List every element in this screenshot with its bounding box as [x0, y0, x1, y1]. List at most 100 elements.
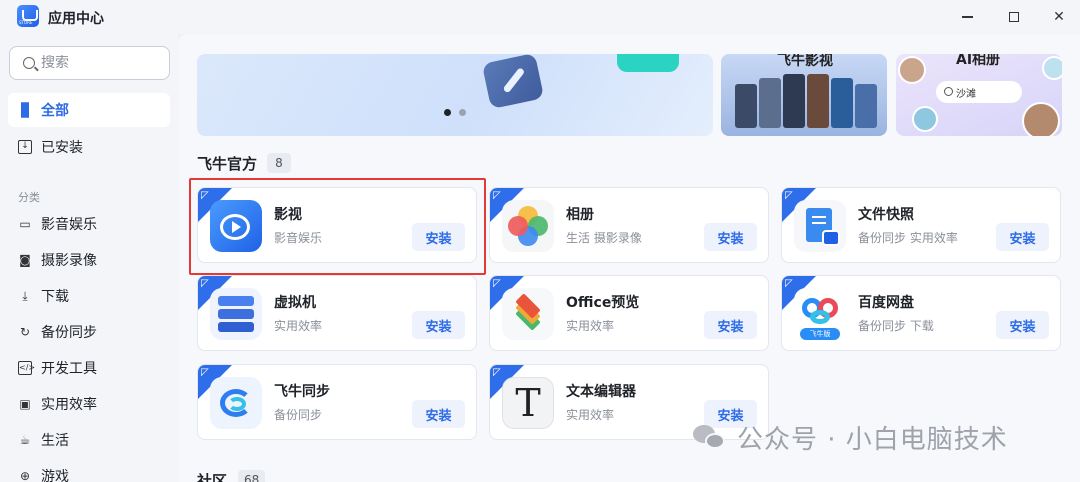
- sync-app-icon: [210, 377, 262, 429]
- wrench-icon: [481, 54, 545, 110]
- sidebar: 全部 ↓ 已安装 分类 ▭ 影音娱乐 ◙ 摄影录像 ⤓ 下载 ↻ 备份同步 </…: [0, 34, 178, 482]
- sidebar-item-productivity[interactable]: ▣ 实用效率: [8, 387, 170, 421]
- sidebar-item-all[interactable]: 全部: [8, 93, 170, 127]
- carousel-dot[interactable]: [459, 109, 466, 116]
- sidebar-item-label: 全部: [41, 103, 69, 119]
- official-mark-icon: ◸: [785, 278, 793, 289]
- app-card-photos[interactable]: ◸ 相册 生活 摄影录像 安装: [489, 187, 769, 263]
- section-count-badge: 8: [267, 153, 291, 173]
- photo-thumbnail: [898, 56, 926, 84]
- app-name: Office预览: [566, 295, 640, 311]
- camera-icon: ◙: [19, 253, 31, 267]
- film-app-icon: [210, 200, 262, 252]
- app-name: 虚拟机: [274, 295, 316, 311]
- sidebar-item-label: 已安装: [41, 140, 83, 156]
- carousel-dot-active[interactable]: [444, 109, 451, 116]
- sidebar-item-label: 实用效率: [41, 397, 97, 413]
- movie-poster: [783, 74, 805, 128]
- app-name: 相册: [566, 207, 594, 223]
- app-category: 实用效率: [566, 319, 615, 333]
- sidebar-item-label: 影音娱乐: [41, 217, 97, 233]
- close-icon: ✕: [1053, 9, 1065, 25]
- install-button[interactable]: 安装: [996, 223, 1049, 251]
- sidebar-item-photography[interactable]: ◙ 摄影录像: [8, 243, 170, 277]
- install-button[interactable]: 安装: [996, 311, 1049, 339]
- app-name: 影视: [274, 207, 302, 223]
- title-bar: STORE 应用中心 ✕: [0, 0, 1080, 34]
- sidebar-item-life[interactable]: ☕ 生活: [8, 423, 170, 457]
- official-mark-icon: ◸: [493, 278, 501, 289]
- movie-poster: [855, 84, 877, 128]
- minimize-button[interactable]: [955, 5, 979, 29]
- featured-banner[interactable]: [197, 54, 713, 136]
- app-category: 备份同步 下载: [858, 319, 934, 333]
- cup-icon: ☕: [19, 433, 31, 447]
- sidebar-item-media[interactable]: ▭ 影音娱乐: [8, 207, 170, 241]
- movie-poster: [759, 78, 781, 128]
- installed-icon: ↓: [18, 140, 32, 154]
- watermark-text: 公众号 · 小白电脑技术: [737, 425, 1008, 455]
- app-badge: 飞牛版: [800, 328, 840, 340]
- text-glyph: T: [515, 381, 541, 425]
- code-icon: </>: [18, 361, 35, 375]
- app-name: 文件快照: [858, 207, 914, 223]
- toolbox-icon: ▣: [19, 397, 31, 411]
- app-category: 备份同步 实用效率: [858, 231, 958, 245]
- sidebar-item-games[interactable]: ⊕ 游戏: [8, 459, 170, 482]
- app-category: 备份同步: [274, 408, 323, 422]
- photo-search-bar: 沙滩: [936, 81, 1022, 103]
- app-card-film[interactable]: ◸ 影视 影音娱乐 安装: [197, 187, 477, 263]
- category-heading: 分类: [18, 191, 40, 204]
- video-banner-title: 飞牛影视: [777, 54, 833, 69]
- photo-banner[interactable]: AI相册 沙滩: [896, 54, 1062, 136]
- app-category: 实用效率: [566, 408, 615, 422]
- grid-icon: [18, 102, 32, 118]
- app-name: 文本编辑器: [566, 384, 636, 400]
- sidebar-item-download[interactable]: ⤓ 下载: [8, 279, 170, 313]
- app-name: 飞牛同步: [274, 384, 330, 400]
- section-title-official: 飞牛官方: [197, 155, 258, 173]
- app-category: 影音娱乐: [274, 231, 323, 245]
- install-button[interactable]: 安装: [412, 311, 465, 339]
- close-button[interactable]: ✕: [1047, 5, 1071, 29]
- official-mark-icon: ◸: [493, 367, 501, 378]
- install-button[interactable]: 安装: [704, 311, 757, 339]
- sidebar-item-dev-tools[interactable]: </> 开发工具: [8, 351, 170, 385]
- video-camera-icon: ▭: [19, 217, 31, 231]
- sidebar-item-backup-sync[interactable]: ↻ 备份同步: [8, 315, 170, 349]
- gamepad-icon: ⊕: [19, 469, 31, 482]
- sidebar-item-installed[interactable]: ↓ 已安装: [8, 130, 170, 164]
- baidu-netdisk-app-icon: 飞牛版: [794, 288, 846, 340]
- photos-app-icon: [502, 200, 554, 252]
- official-mark-icon: ◸: [785, 190, 793, 201]
- video-banner[interactable]: 飞牛影视: [721, 54, 887, 136]
- install-button[interactable]: 安装: [704, 223, 757, 251]
- wechat-icon: [693, 424, 727, 451]
- text-editor-app-icon: T: [502, 377, 554, 429]
- app-card-sync[interactable]: ◸ 飞牛同步 备份同步 安装: [197, 364, 477, 440]
- photo-banner-title: AI相册: [956, 54, 1001, 68]
- movie-poster: [807, 74, 829, 128]
- install-button[interactable]: 安装: [412, 400, 465, 428]
- official-mark-icon: ◸: [201, 367, 209, 378]
- official-mark-icon: ◸: [201, 278, 209, 289]
- sidebar-item-label: 下载: [41, 289, 69, 305]
- section-title-community: 社区: [197, 472, 228, 482]
- install-button[interactable]: 安装: [412, 223, 465, 251]
- maximize-icon: [1009, 12, 1019, 22]
- app-card-file-snapshot[interactable]: ◸ 文件快照 备份同步 实用效率 安装: [781, 187, 1061, 263]
- photo-thumbnail: [912, 106, 938, 132]
- sidebar-item-label: 生活: [41, 433, 69, 449]
- download-icon: ⤓: [22, 289, 28, 303]
- app-card-baidu-netdisk[interactable]: ◸ 飞牛版 百度网盘 备份同步 下载 安装: [781, 275, 1061, 351]
- movie-poster: [735, 84, 757, 128]
- search-box[interactable]: [9, 46, 170, 80]
- search-input[interactable]: [41, 55, 161, 71]
- main-content: 飞牛影视 AI相册 沙滩 飞牛官方 8 ◸ 影视 影音娱乐 安装 ◸ 相册 生活…: [178, 34, 1080, 482]
- app-category: 生活 摄影录像: [566, 231, 642, 245]
- maximize-button[interactable]: [1002, 5, 1026, 29]
- app-card-virtual-machine[interactable]: ◸ 虚拟机 实用效率 安装: [197, 275, 477, 351]
- movie-poster: [831, 78, 853, 128]
- banner-decoration: [617, 54, 679, 72]
- app-card-office-preview[interactable]: ◸ Office预览 实用效率 安装: [489, 275, 769, 351]
